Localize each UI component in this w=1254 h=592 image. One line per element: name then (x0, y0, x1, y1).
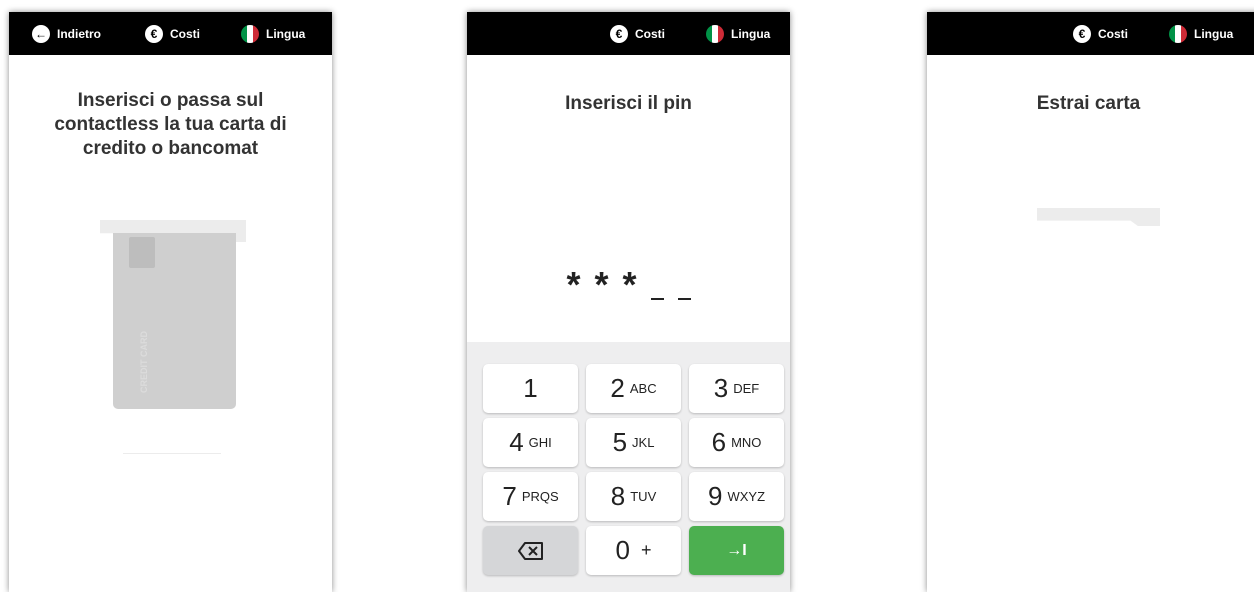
card-remove-screen: € Costi Lingua Estrai carta (927, 12, 1254, 592)
back-button[interactable]: ← Indietro (32, 24, 101, 44)
costs-label: Costi (170, 27, 200, 41)
key-9[interactable]: 9 WXYZ (689, 472, 784, 521)
key-letters: PRQS (521, 489, 559, 504)
key-letters: TUV (630, 489, 657, 504)
page-title: Estrai carta (1036, 93, 1141, 114)
key-1[interactable]: 1 (483, 364, 578, 413)
italy-flag-icon (706, 25, 724, 43)
pin-digit-filled: * (566, 264, 581, 305)
pin-entry-screen: € Costi Lingua Inserisci il pin * * * 1 2 AB… (467, 12, 790, 592)
backspace-button[interactable] (483, 526, 578, 575)
key-letters: GHI (528, 435, 552, 450)
key-number: 2 (610, 373, 625, 403)
key-letters: WXYZ (727, 489, 766, 504)
card-slot-illustration (1037, 208, 1160, 226)
page-title: Inserisci il pin (565, 93, 692, 114)
key-6[interactable]: 6 MNO (689, 418, 784, 467)
key-7[interactable]: 7 PRQS (483, 472, 578, 521)
key-number: 4 (509, 427, 524, 457)
key-0[interactable]: 0 + (586, 526, 681, 575)
pin-digit-filled: * (622, 264, 637, 305)
key-number: 5 (612, 427, 628, 457)
card-insert-screen: ← Indietro € Costi Lingua Inserisci o pa… (9, 12, 332, 592)
costs-button[interactable]: € Costi (145, 24, 200, 44)
key-3[interactable]: 3 DEF (689, 364, 784, 413)
key-8[interactable]: 8 TUV (586, 472, 681, 521)
top-bar: ← Indietro € Costi Lingua (9, 12, 332, 55)
tab-enter-icon: →I (726, 541, 747, 559)
confirm-button[interactable]: →I (689, 526, 784, 575)
key-number: 0 (615, 535, 630, 565)
pin-display: * * * (467, 264, 790, 306)
back-label: Indietro (57, 27, 101, 41)
language-button[interactable]: Lingua (706, 24, 770, 44)
key-letters: ABC (629, 381, 657, 396)
key-5[interactable]: 5 JKL (586, 418, 681, 467)
euro-icon: € (145, 25, 163, 43)
key-number: 3 (713, 373, 729, 403)
credit-card-image: CREDIT CARD (113, 233, 236, 409)
divider (123, 453, 221, 454)
pin-digit-empty (677, 298, 691, 300)
pin-digit-empty (650, 298, 664, 300)
key-letters: JKL (632, 435, 655, 450)
key-number: 6 (711, 427, 727, 457)
numeric-keypad: 1 2 ABC 3 DEF 4 GHI 5 JKL 6 MNO 7 PRQS 8 TUV 9 WXYZ 0 + … (467, 342, 790, 592)
italy-flag-icon (241, 25, 259, 43)
top-bar: € Costi Lingua (927, 12, 1254, 55)
top-bar: € Costi Lingua (467, 12, 790, 55)
backspace-icon (517, 541, 543, 560)
key-number: 7 (502, 481, 517, 511)
key-number: 8 (610, 481, 626, 511)
card-chip (129, 237, 155, 268)
pin-digit-filled: * (594, 264, 609, 305)
costs-button[interactable]: € Costi (610, 24, 665, 44)
costs-label: Costi (635, 27, 665, 41)
euro-icon: € (1073, 25, 1091, 43)
key-letters: + (640, 540, 652, 560)
language-button[interactable]: Lingua (241, 24, 305, 44)
page-title: Inserisci o passa sul contactless la tua… (54, 90, 287, 159)
key-letters: MNO (731, 435, 762, 450)
italy-flag-icon (1169, 25, 1187, 43)
euro-icon: € (610, 25, 628, 43)
key-4[interactable]: 4 GHI (483, 418, 578, 467)
costs-label: Costi (1098, 27, 1128, 41)
card-label: CREDIT CARD (139, 331, 149, 393)
key-number: 1 (523, 373, 538, 403)
key-letters: DEF (733, 381, 760, 396)
language-label: Lingua (731, 27, 771, 41)
costs-button[interactable]: € Costi (1073, 24, 1128, 44)
language-label: Lingua (1194, 27, 1234, 41)
language-label: Lingua (266, 27, 306, 41)
key-number: 9 (707, 481, 723, 511)
key-2[interactable]: 2 ABC (586, 364, 681, 413)
back-arrow-icon: ← (32, 25, 50, 43)
language-button[interactable]: Lingua (1169, 24, 1233, 44)
